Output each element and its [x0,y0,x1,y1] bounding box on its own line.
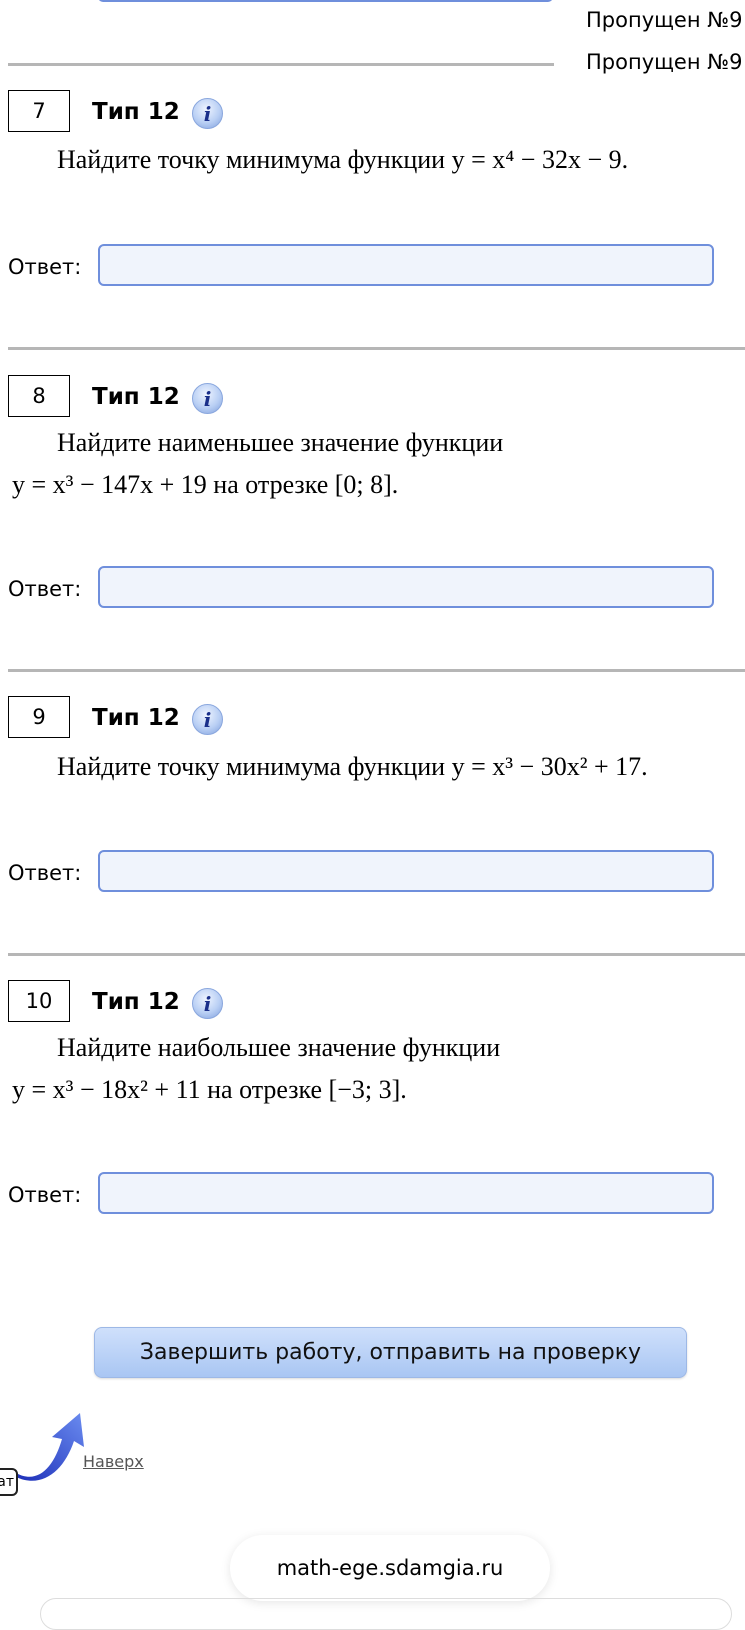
task-type: Тип 12 [92,705,180,731]
browser-bottom-bar [40,1598,732,1630]
divider [8,347,745,350]
info-icon[interactable]: i [192,383,223,414]
task-text-line-1: Найдите точку минимума функции y = x³ − … [57,752,648,781]
task-type: Тип 12 [92,384,180,410]
info-icon[interactable]: i [192,704,223,735]
skipped-status-2: Пропущен №9 [586,50,743,74]
task-type: Тип 12 [92,989,180,1015]
divider [8,669,745,672]
task-number[interactable]: 10 [8,980,70,1022]
task-type: Тип 12 [92,99,180,125]
answer-input[interactable] [98,1172,714,1214]
skipped-status-1: Пропущен №9 [586,8,743,32]
task-text-line-1: Найдите точку минимума функции y = x⁴ − … [57,145,629,174]
answer-label: Ответ: [8,255,82,279]
task-text: Найдите точку минимума функции y = x⁴ − … [57,145,628,175]
info-icon[interactable]: i [192,988,223,1019]
task-text-line-1: Найдите наименьшее значение функции [57,428,504,457]
task-text-line-2: y = x³ − 18x² + 11 на отрезке [−3; 3]. [12,1075,407,1104]
address-bar[interactable]: math-ege.sdamgia.ru [230,1535,550,1601]
task-number[interactable]: 8 [8,375,70,417]
chat-tab[interactable]: ат [0,1468,18,1496]
answer-input[interactable] [98,244,714,286]
divider [8,953,745,956]
submit-button[interactable]: Завершить работу, отправить на проверку [94,1327,687,1378]
task-text-line-1: Найдите наибольшее значение функции [57,1033,501,1062]
previous-answer-field[interactable] [98,0,553,2]
answer-input[interactable] [98,566,714,608]
task-text-line-2: y = x³ − 147x + 19 на отрезке [0; 8]. [12,470,399,499]
divider [8,63,554,66]
task-number[interactable]: 7 [8,90,70,132]
info-icon[interactable]: i [192,98,223,129]
answer-label: Ответ: [8,577,82,601]
answer-input[interactable] [98,850,714,892]
answer-label: Ответ: [8,1183,82,1207]
back-to-top-link[interactable]: Наверх [83,1452,144,1471]
answer-label: Ответ: [8,861,82,885]
task-number[interactable]: 9 [8,696,70,738]
arrow-up-icon[interactable] [10,1405,90,1485]
